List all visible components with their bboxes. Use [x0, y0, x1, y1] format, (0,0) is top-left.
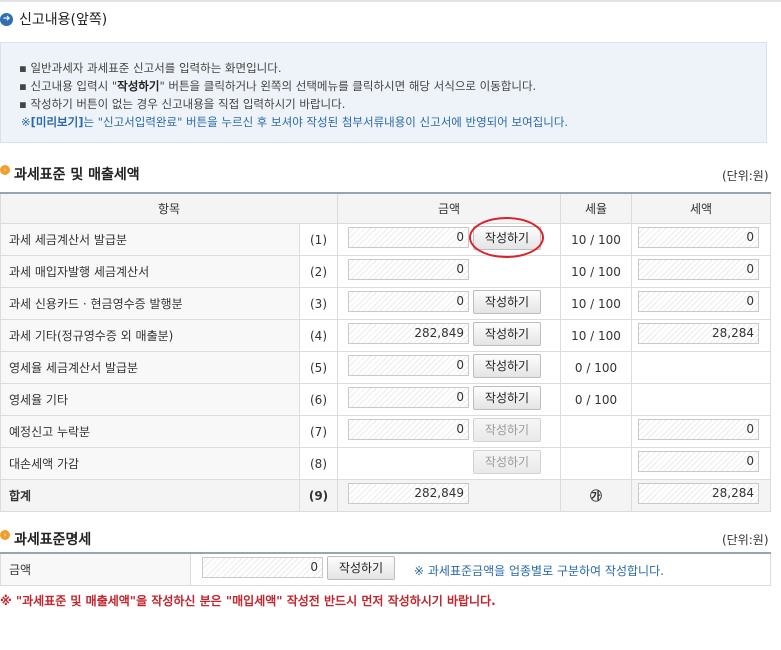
row-rate	[560, 447, 632, 480]
amount-field-6[interactable]: 0	[348, 387, 469, 408]
amount-field-total: 282,849	[348, 483, 469, 504]
row-number: (2)	[299, 255, 338, 288]
row-number: (9)	[299, 479, 338, 512]
row-label: 과세 신용카드 · 현금영수증 발행분	[0, 287, 300, 320]
row-tax-cell	[631, 383, 771, 416]
write-button-5[interactable]: 작성하기	[473, 354, 541, 378]
write-button-4[interactable]: 작성하기	[473, 322, 541, 346]
section-title-tax-base-detail: › 과세표준명세	[0, 529, 91, 549]
detail-amount-field[interactable]: 0	[202, 557, 323, 578]
top-divider	[0, 0, 781, 2]
tax-field-3[interactable]: 0	[638, 291, 759, 312]
table-header-row: 항목 금액 세율 세액	[0, 192, 771, 224]
info-box: ▪ 일반과세자 과세표준 신고서를 입력하는 화면입니다. ▪ 신고내용 입력시…	[0, 42, 767, 143]
row-label: 대손세액 가감	[0, 447, 300, 480]
amount-field-1[interactable]: 0	[348, 227, 469, 248]
row-label: 합계	[0, 479, 300, 512]
row-number: (5)	[299, 351, 338, 384]
row-label: 과세 매입자발행 세금계산서	[0, 255, 300, 288]
row-rate: 10 / 100	[560, 287, 632, 320]
header-amount: 금액	[337, 192, 561, 224]
row-rate: 10 / 100	[560, 319, 632, 352]
row-rate	[560, 415, 632, 448]
tax-field-2[interactable]: 0	[638, 259, 759, 280]
row-number: (4)	[299, 319, 338, 352]
row-label: 영세율 기타	[0, 383, 300, 416]
tax-field-4[interactable]: 28,284	[638, 323, 759, 344]
row-label: 과세 기타(정규영수증 외 매출분)	[0, 319, 300, 352]
unit-label-2: (단위:원)	[722, 533, 769, 547]
write-button-1[interactable]: 작성하기	[473, 226, 541, 250]
write-button-6[interactable]: 작성하기	[473, 386, 541, 410]
write-button-7[interactable]: 작성하기	[473, 418, 541, 442]
detail-label: 금액	[0, 552, 191, 586]
detail-write-button[interactable]: 작성하기	[327, 556, 395, 580]
row-rate: ㉮	[560, 479, 632, 512]
page-title-text: 신고내용(앞쪽)	[19, 12, 108, 28]
header-rate: 세율	[560, 192, 632, 224]
header-item: 항목	[0, 192, 338, 224]
info-line-1: ▪ 일반과세자 과세표준 신고서를 입력하는 화면입니다.	[19, 61, 282, 75]
warning-text: ※ "과세표준 및 매출세액"을 작성하신 분은 "매입세액" 작성전 반드시 …	[0, 594, 496, 608]
section-title-tax-base: › 과세표준 및 매출세액	[0, 164, 140, 184]
unit-label-1: (단위:원)	[722, 169, 769, 183]
row-label: 과세 세금계산서 발급분	[0, 223, 300, 256]
circle-arrow-icon: ➜	[0, 12, 13, 26]
orange-dot-icon: ›	[0, 165, 10, 175]
orange-dot-icon: ›	[0, 530, 10, 540]
row-rate: 0 / 100	[560, 351, 632, 384]
row-number: (3)	[299, 287, 338, 320]
row-rate: 10 / 100	[560, 223, 632, 256]
row-number: (6)	[299, 383, 338, 416]
tax-field-8[interactable]: 0	[638, 451, 759, 472]
row-label: 영세율 세금계산서 발급분	[0, 351, 300, 384]
info-line-2: ▪ 신고내용 입력시 "작성하기" 버튼을 클릭하거나 왼쪽의 선택메뉴를 클릭…	[19, 79, 537, 93]
detail-note: ※ 과세표준금액을 업종별로 구분하여 작성합니다.	[414, 564, 664, 578]
amount-field-5[interactable]: 0	[348, 355, 469, 376]
header-tax: 세액	[631, 192, 771, 224]
row-label: 예정신고 누락분	[0, 415, 300, 448]
info-line-4: ※[미리보기]는 "신고서입력완료" 버튼을 누르신 후 보셔야 작성된 첨부서…	[21, 115, 569, 129]
amount-field-4[interactable]: 282,849	[348, 323, 469, 344]
amount-field-7[interactable]: 0	[348, 419, 469, 440]
row-rate: 10 / 100	[560, 255, 632, 288]
amount-field-3[interactable]: 0	[348, 291, 469, 312]
tax-field-total: 28,284	[638, 483, 759, 504]
tax-field-1[interactable]: 0	[638, 227, 759, 248]
info-line-3: ▪ 작성하기 버튼이 없는 경우 신고내용을 직접 입력하시기 바랍니다.	[19, 97, 346, 111]
write-button-8[interactable]: 작성하기	[473, 450, 541, 474]
write-button-3[interactable]: 작성하기	[473, 290, 541, 314]
row-number: (1)	[299, 223, 338, 256]
tax-field-7[interactable]: 0	[638, 419, 759, 440]
row-number: (7)	[299, 415, 338, 448]
row-rate: 0 / 100	[560, 383, 632, 416]
row-tax-cell	[631, 351, 771, 384]
amount-field-2[interactable]: 0	[348, 259, 469, 280]
page-title: ➜ 신고내용(앞쪽)	[0, 10, 107, 28]
row-number: (8)	[299, 447, 338, 480]
